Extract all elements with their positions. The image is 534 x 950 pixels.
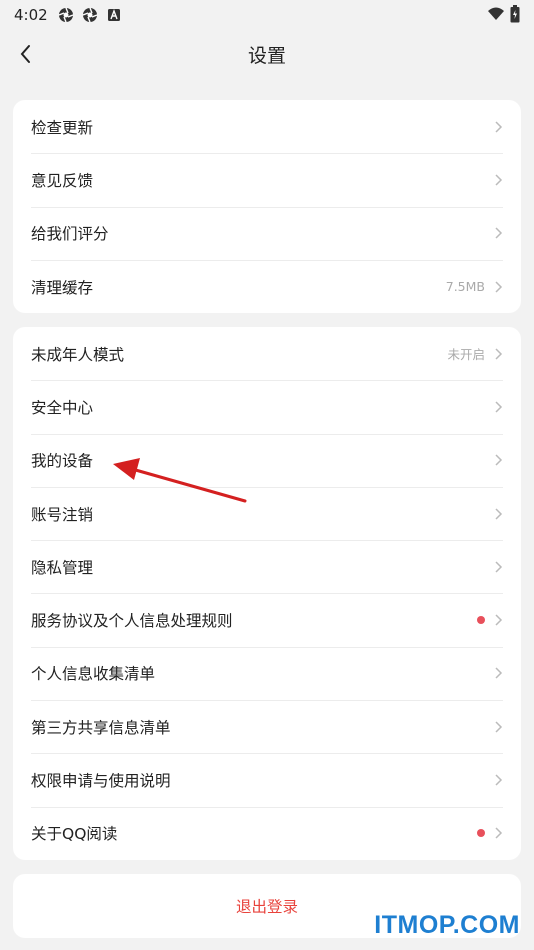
row-label: 检查更新 <box>31 118 94 137</box>
settings-group-account: 未成年人模式 未开启 安全中心 我的设备 账号注销 隐私管理 服务协议及个人信息… <box>13 327 521 860</box>
chevron-right-icon <box>495 174 503 186</box>
chevron-right-icon <box>495 721 503 733</box>
chevron-right-icon <box>495 561 503 573</box>
row-privacy-management[interactable]: 隐私管理 <box>13 540 521 593</box>
minor-mode-status: 未开启 <box>447 347 485 363</box>
a-badge-icon <box>107 9 120 21</box>
aperture-icon <box>58 7 73 23</box>
chevron-right-icon <box>495 827 503 839</box>
wifi-icon <box>488 7 504 20</box>
row-rate-us[interactable]: 给我们评分 <box>13 206 521 260</box>
chevron-right-icon <box>495 614 503 626</box>
row-permissions[interactable]: 权限申请与使用说明 <box>13 753 521 806</box>
cache-size-value: 7.5MB <box>445 279 485 295</box>
status-bar: 4:02 <box>0 0 534 30</box>
aperture-icon <box>82 7 97 23</box>
chevron-right-icon <box>495 348 503 360</box>
row-third-party-sharing[interactable]: 第三方共享信息清单 <box>13 700 521 753</box>
row-feedback[interactable]: 意见反馈 <box>13 153 521 206</box>
new-dot-badge <box>477 616 485 625</box>
chevron-right-icon <box>495 774 503 786</box>
battery-icon <box>510 5 520 23</box>
chevron-right-icon <box>495 667 503 679</box>
row-label: 给我们评分 <box>31 225 109 244</box>
row-label: 服务协议及个人信息处理规则 <box>31 612 233 631</box>
row-about[interactable]: 关于QQ阅读 <box>13 806 521 860</box>
row-label: 意见反馈 <box>31 171 94 190</box>
back-button[interactable] <box>10 38 42 70</box>
watermark: ITMOP.COM <box>374 911 520 939</box>
settings-group-general: 检查更新 意见反馈 给我们评分 清理缓存 7.5MB <box>13 100 521 313</box>
row-label: 我的设备 <box>31 452 94 471</box>
row-label: 第三方共享信息清单 <box>31 718 171 737</box>
row-security-center[interactable]: 安全中心 <box>13 380 521 433</box>
status-time: 4:02 <box>14 6 48 24</box>
row-label: 隐私管理 <box>31 558 94 577</box>
row-label: 未成年人模式 <box>31 345 125 364</box>
row-label: 清理缓存 <box>31 278 94 297</box>
status-right <box>487 5 520 23</box>
title-bar: 设置 <box>0 30 534 78</box>
row-label: 个人信息收集清单 <box>31 665 156 684</box>
chevron-right-icon <box>495 508 503 520</box>
page-title: 设置 <box>247 44 286 67</box>
row-label: 账号注销 <box>31 505 94 524</box>
chevron-right-icon <box>495 454 503 466</box>
row-account-deletion[interactable]: 账号注销 <box>13 486 521 540</box>
row-check-update[interactable]: 检查更新 <box>13 100 521 153</box>
chevron-right-icon <box>495 281 503 293</box>
row-personal-info-list[interactable]: 个人信息收集清单 <box>13 646 521 700</box>
row-service-agreement[interactable]: 服务协议及个人信息处理规则 <box>13 593 521 646</box>
row-minor-mode[interactable]: 未成年人模式 未开启 <box>13 327 521 380</box>
chevron-right-icon <box>495 401 503 413</box>
logout-button[interactable]: 退出登录 <box>236 895 298 917</box>
chevron-right-icon <box>495 121 503 133</box>
row-label: 安全中心 <box>31 398 94 417</box>
row-label: 权限申请与使用说明 <box>31 772 171 791</box>
row-my-devices[interactable]: 我的设备 <box>13 433 521 487</box>
chevron-left-icon <box>20 45 30 63</box>
row-clear-cache[interactable]: 清理缓存 7.5MB <box>13 259 521 313</box>
chevron-right-icon <box>495 227 503 239</box>
new-dot-badge <box>477 829 485 838</box>
row-label: 关于QQ阅读 <box>31 825 118 844</box>
